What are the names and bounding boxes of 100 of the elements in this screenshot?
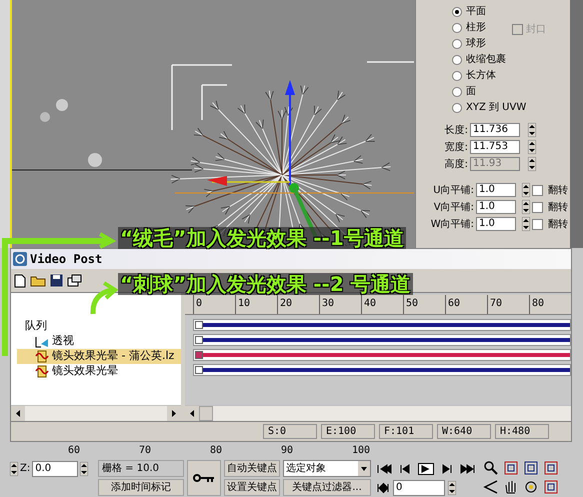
horizontal-scrollbar[interactable]: [11, 405, 181, 421]
checkbox-label: 翻转: [548, 218, 568, 232]
radio-label: 柱形: [466, 20, 486, 35]
tree-label: 镜头效果光晕: [52, 363, 118, 380]
spinner-icon[interactable]: [528, 140, 536, 154]
ruler-label: 90: [281, 444, 294, 458]
spinner-icon[interactable]: [10, 462, 18, 476]
tree-label: 透视: [52, 333, 74, 350]
add-time-tag-button[interactable]: 添加时间标记: [98, 479, 184, 496]
spinner-icon[interactable]: [522, 183, 530, 197]
track-bar[interactable]: [193, 319, 571, 331]
auto-key-button[interactable]: 自动关键点: [224, 460, 280, 477]
number-field[interactable]: 11.736: [470, 123, 520, 137]
radio-label: 平面: [466, 5, 486, 19]
radio-button[interactable]: [452, 38, 462, 48]
selection-dropdown[interactable]: 选定对象: [283, 460, 371, 477]
window-icon[interactable]: [67, 274, 82, 287]
save-icon[interactable]: [50, 274, 63, 287]
track-bar[interactable]: [193, 334, 571, 346]
track-bar[interactable]: [193, 364, 571, 376]
ruler-label: 60: [445, 295, 487, 314]
number-field[interactable]: 1.0: [476, 217, 516, 231]
tree-item[interactable]: 镜头效果光晕 - 蒲公英.lz: [17, 349, 181, 364]
field-of-view-icon[interactable]: [483, 479, 499, 495]
tree-label: 镜头效果光晕 - 蒲公英.lz: [52, 348, 174, 364]
ruler-label: 100: [352, 444, 372, 458]
field-label: 宽度:: [444, 140, 468, 154]
radio-label: XYZ 到 UVW: [466, 101, 526, 115]
ruler-label: 60: [68, 444, 82, 458]
ruler-label: 70: [139, 444, 152, 458]
spinner-icon[interactable]: [522, 217, 530, 231]
go-to-end-icon[interactable]: [460, 462, 476, 474]
folder-icon[interactable]: [30, 274, 46, 287]
field-label: W向平铺:: [430, 218, 474, 232]
tree-label: 队列: [25, 318, 47, 334]
radio-button[interactable]: [452, 6, 462, 16]
spinner-icon[interactable]: [528, 157, 536, 171]
radio-label: 收缩包裹: [466, 52, 506, 67]
spinner-icon[interactable]: [528, 123, 536, 137]
frame-field[interactable]: 0: [393, 480, 445, 496]
number-field[interactable]: 11.753: [470, 140, 520, 154]
spinner-icon[interactable]: [80, 462, 88, 476]
track-bar[interactable]: [193, 349, 571, 361]
set-key-button[interactable]: 设置关键点: [224, 479, 280, 496]
ruler-label: 80: [529, 295, 571, 314]
orbit-icon[interactable]: [523, 479, 539, 495]
set-key-button[interactable]: [187, 460, 221, 496]
key-icon: [193, 473, 215, 483]
app-icon: [13, 252, 27, 266]
key-mode-icon[interactable]: [376, 482, 390, 494]
number-field[interactable]: 1.0: [476, 200, 516, 214]
radio-button[interactable]: [452, 22, 462, 32]
radio-label: 面: [466, 85, 476, 99]
status-field: E:100: [321, 424, 375, 439]
z-field[interactable]: 0.0: [32, 460, 78, 476]
zoom-region-icon[interactable]: [503, 460, 519, 476]
checkbox[interactable]: [532, 202, 543, 212]
zoom-all-icon[interactable]: [543, 460, 559, 476]
field-label: Z:: [20, 462, 30, 476]
scroll-right-icon[interactable]: [167, 406, 181, 421]
number-field[interactable]: 1.0: [476, 183, 516, 197]
field-label: 高度:: [444, 158, 468, 172]
radio-label: 球形: [466, 36, 486, 51]
zoom-extents-icon[interactable]: [523, 460, 539, 476]
key-filters-button[interactable]: 关键点过滤器...: [283, 479, 371, 496]
status-field: H:480: [495, 424, 549, 439]
maximize-icon[interactable]: [543, 479, 559, 495]
arrow-drawing: [88, 280, 118, 314]
annotation-caption: “绒毛”加入发光效果 --1号通道: [118, 227, 406, 249]
checkbox[interactable]: [532, 218, 543, 230]
camera-icon: [35, 336, 49, 348]
go-to-start-icon[interactable]: [376, 462, 392, 474]
status-field: F:101: [379, 424, 433, 439]
radio-button[interactable]: [452, 86, 462, 96]
scroll-left-icon[interactable]: [11, 406, 25, 421]
radio-button[interactable]: [452, 102, 462, 112]
radio-button[interactable]: [452, 54, 462, 64]
radio-label: 长方体: [466, 68, 496, 83]
checkbox[interactable]: [532, 184, 543, 196]
checkbox-label: 翻转: [548, 200, 568, 214]
checkbox-label: 翻转: [548, 184, 568, 198]
annotation-caption: “刺球”加入发光效果 --2 号通道: [118, 273, 413, 295]
status-field: S:0: [263, 424, 317, 439]
scroll-left-icon[interactable]: [185, 406, 199, 421]
tree-item[interactable]: 镜头效果光晕: [17, 364, 181, 379]
field-label: U向平铺:: [432, 184, 474, 198]
radio-button[interactable]: [452, 70, 462, 80]
play-icon[interactable]: [418, 462, 434, 474]
tree-item[interactable]: 透视: [17, 334, 181, 349]
status-field: W:640: [437, 424, 491, 439]
scroll-thumb[interactable]: [199, 406, 213, 421]
search-icon[interactable]: [483, 460, 499, 476]
spinner-icon[interactable]: [522, 200, 530, 214]
spinner-icon[interactable]: [448, 480, 456, 494]
new-file-icon[interactable]: [14, 274, 26, 288]
horizontal-scrollbar[interactable]: [185, 405, 571, 421]
ruler-label: 70: [487, 295, 529, 314]
tree-item[interactable]: 队列: [17, 319, 181, 334]
grid-size-label: 栅格 = 10.0: [98, 460, 184, 477]
filter-icon: [35, 350, 49, 363]
